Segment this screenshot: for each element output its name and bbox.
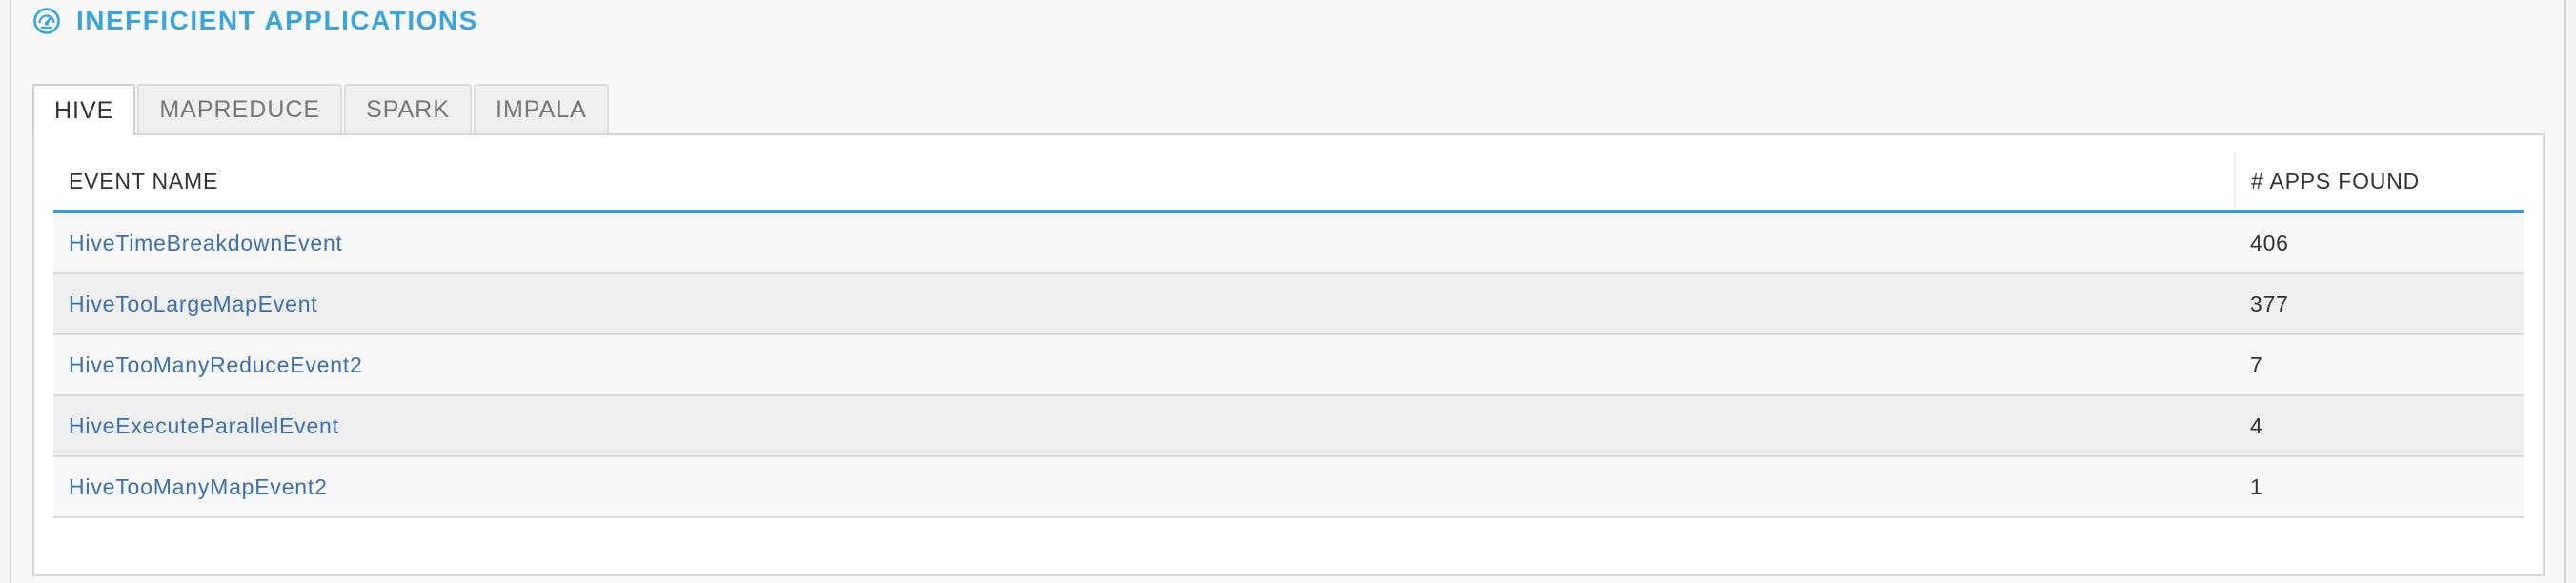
event-link[interactable]: HiveTooManyReduceEvent2 xyxy=(69,352,363,377)
event-name-cell: HiveTimeBreakdownEvent xyxy=(53,211,2235,274)
event-link[interactable]: HiveTooLargeMapEvent xyxy=(69,292,317,316)
table-header-row: EVENT NAME # APPS FOUND xyxy=(53,152,2524,213)
tab-mapreduce[interactable]: MAPREDUCE xyxy=(137,84,343,133)
panel-header: INEFFICIENT APPLICATIONS xyxy=(30,4,478,38)
event-name-cell: HiveTooLargeMapEvent xyxy=(53,273,2235,335)
speedometer-icon xyxy=(30,5,63,37)
event-link[interactable]: HiveTimeBreakdownEvent xyxy=(69,231,343,255)
event-name-cell: HiveTooManyMapEvent2 xyxy=(53,456,2235,518)
apps-found-cell: 377 xyxy=(2235,273,2524,335)
event-link[interactable]: HiveExecuteParallelEvent xyxy=(69,413,339,438)
table-row: HiveTooManyMapEvent2 1 xyxy=(53,456,2524,518)
event-link[interactable]: HiveTooManyMapEvent2 xyxy=(69,474,328,499)
column-header-apps-found[interactable]: # APPS FOUND xyxy=(2234,152,2524,213)
tab-hive[interactable]: HIVE xyxy=(32,84,136,135)
events-table: EVENT NAME # APPS FOUND HiveTimeBreakdow… xyxy=(53,152,2524,518)
table-row: HiveExecuteParallelEvent 4 xyxy=(53,395,2524,457)
table-row: HiveTooManyReduceEvent2 7 xyxy=(53,334,2524,396)
apps-found-cell: 1 xyxy=(2235,456,2524,518)
inefficient-applications-panel: INEFFICIENT APPLICATIONS HIVE MAPREDUCE … xyxy=(10,0,2566,583)
apps-found-cell: 4 xyxy=(2235,395,2524,457)
table-row: HiveTimeBreakdownEvent 406 xyxy=(53,211,2524,274)
tab-spark[interactable]: SPARK xyxy=(344,84,473,133)
tab-content-hive: EVENT NAME # APPS FOUND HiveTimeBreakdow… xyxy=(32,133,2545,576)
event-name-cell: HiveTooManyReduceEvent2 xyxy=(53,334,2235,396)
table-row: HiveTooLargeMapEvent 377 xyxy=(53,273,2524,335)
apps-found-cell: 406 xyxy=(2235,211,2524,274)
panel-title: INEFFICIENT APPLICATIONS xyxy=(76,6,478,35)
apps-found-cell: 7 xyxy=(2235,334,2524,396)
tab-impala[interactable]: IMPALA xyxy=(474,84,609,133)
column-header-event-name[interactable]: EVENT NAME xyxy=(53,152,2235,213)
app-type-tabs: HIVE MAPREDUCE SPARK IMPALA xyxy=(32,84,611,135)
event-name-cell: HiveExecuteParallelEvent xyxy=(53,395,2235,457)
